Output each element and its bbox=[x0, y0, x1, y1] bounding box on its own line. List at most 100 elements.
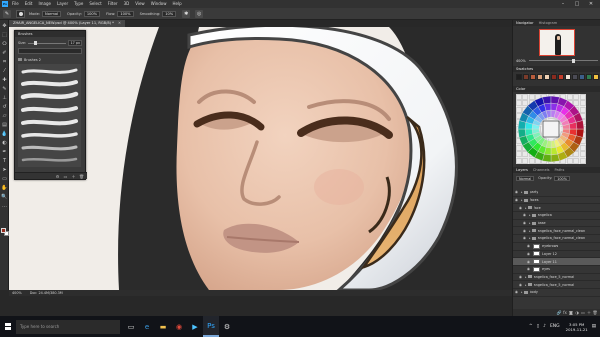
chrome-icon[interactable]: ◉ bbox=[171, 316, 187, 337]
close-tab-icon[interactable]: ✕ bbox=[118, 20, 121, 27]
photoshop-taskbar-icon[interactable]: Ps bbox=[203, 316, 219, 337]
pressure-icon[interactable]: ◎ bbox=[195, 9, 204, 18]
tab-paths[interactable]: Paths bbox=[555, 167, 565, 173]
layer-row[interactable]: ◉ ▸ base bbox=[513, 220, 600, 228]
history-brush-icon[interactable]: ↺ bbox=[1, 103, 8, 110]
brush-stroke-2[interactable] bbox=[21, 80, 78, 87]
tab-navigator[interactable]: Navigator bbox=[516, 20, 534, 26]
menu-help[interactable]: Help bbox=[172, 0, 181, 8]
visibility-eye-icon[interactable]: ◉ bbox=[526, 244, 531, 248]
brush-stroke-7[interactable] bbox=[21, 145, 78, 151]
edge-browser-icon[interactable]: e bbox=[139, 316, 155, 337]
shape-tool-icon[interactable]: ▭ bbox=[1, 175, 8, 182]
smoothing-input[interactable]: 10% bbox=[162, 10, 177, 17]
type-tool-icon[interactable]: T bbox=[1, 157, 8, 164]
layer-row[interactable]: ◉ ▸ party bbox=[513, 189, 600, 197]
swatch-9[interactable] bbox=[572, 74, 578, 80]
media-player-icon[interactable]: ▶ bbox=[187, 316, 203, 337]
expand-arrow-icon[interactable]: ▸ bbox=[525, 206, 527, 210]
start-button[interactable] bbox=[0, 316, 16, 337]
visibility-eye-icon[interactable]: ◉ bbox=[518, 206, 523, 210]
close-button[interactable]: ✕ bbox=[584, 0, 598, 8]
language-indicator[interactable]: ENG bbox=[550, 324, 560, 329]
zoom-level[interactable]: 400% bbox=[12, 291, 22, 295]
swatch-10[interactable] bbox=[579, 74, 585, 80]
airbrush-icon[interactable]: ✱ bbox=[182, 9, 191, 18]
menu-window[interactable]: Window bbox=[151, 0, 167, 8]
more-tools-icon[interactable]: … bbox=[1, 202, 8, 209]
new-folder-icon[interactable]: ▭ bbox=[63, 174, 68, 179]
expand-arrow-icon[interactable]: ▸ bbox=[529, 213, 531, 217]
visibility-eye-icon[interactable]: ◉ bbox=[522, 236, 527, 240]
layer-row[interactable]: ◉ eyebrows bbox=[513, 243, 600, 251]
brush-preset-picker[interactable] bbox=[16, 9, 25, 18]
visibility-eye-icon[interactable]: ◉ bbox=[518, 283, 523, 287]
layer-row[interactable]: ◉ ▸ faces bbox=[513, 197, 600, 205]
flow-input[interactable]: 100% bbox=[117, 10, 134, 17]
swatch-3[interactable] bbox=[530, 74, 536, 80]
navigator-zoom-slider[interactable] bbox=[528, 58, 598, 63]
tab-channels[interactable]: Channels bbox=[533, 167, 550, 173]
brush-stroke-3[interactable] bbox=[20, 91, 79, 100]
tab-swatches[interactable]: Swatches bbox=[516, 66, 533, 72]
file-explorer-icon[interactable]: ▬ bbox=[155, 316, 171, 337]
expand-arrow-icon[interactable]: ▸ bbox=[521, 190, 523, 194]
blend-mode-select[interactable]: Normal bbox=[516, 175, 535, 181]
gradient-tool-icon[interactable]: ▤ bbox=[1, 121, 8, 128]
swatch-6[interactable] bbox=[551, 74, 557, 80]
network-icon[interactable]: ▯ bbox=[537, 324, 539, 329]
layer-row[interactable]: ◉ ▸ angelica bbox=[513, 212, 600, 220]
layer-row[interactable]: ◉ Layer 12 bbox=[513, 251, 600, 259]
lasso-tool-icon[interactable]: ⵔ bbox=[1, 40, 8, 47]
swatch-4[interactable] bbox=[537, 74, 543, 80]
visibility-eye-icon[interactable]: ◉ bbox=[522, 213, 527, 217]
eyedropper-tool-icon[interactable]: ⁄ bbox=[1, 67, 8, 74]
menu-type[interactable]: Type bbox=[74, 0, 83, 8]
expand-arrow-icon[interactable]: ▸ bbox=[529, 229, 531, 233]
visibility-eye-icon[interactable]: ◉ bbox=[522, 221, 527, 225]
layer-row[interactable]: ◉ ▸ body bbox=[513, 289, 600, 297]
menu-filter[interactable]: Filter bbox=[108, 0, 118, 8]
brush-stroke-6[interactable] bbox=[21, 132, 78, 138]
menu-view[interactable]: View bbox=[135, 0, 145, 8]
taskbar-search[interactable]: Type here to search bbox=[16, 319, 120, 334]
brush-tool-icon[interactable]: ✎ bbox=[3, 9, 11, 18]
brush-tool-icon[interactable]: ✎ bbox=[1, 85, 8, 92]
tab-layers[interactable]: Layers bbox=[516, 167, 528, 173]
brush-stroke-8[interactable] bbox=[21, 157, 78, 162]
layer-row[interactable]: ◉ ▸ angelica_face_normal_clean bbox=[513, 235, 600, 243]
brush-settings-icon[interactable]: ⚙ bbox=[55, 174, 60, 179]
brushes-panel-title[interactable]: Brushes bbox=[15, 31, 85, 37]
brush-stroke-4[interactable] bbox=[21, 106, 78, 113]
swatch-11[interactable] bbox=[586, 74, 592, 80]
visibility-eye-icon[interactable]: ◉ bbox=[514, 198, 519, 202]
stamp-tool-icon[interactable]: ⊥ bbox=[1, 94, 8, 101]
move-tool-icon[interactable]: ✥ bbox=[1, 22, 8, 29]
expand-arrow-icon[interactable]: ▸ bbox=[521, 290, 523, 294]
mode-select[interactable]: Normal bbox=[42, 10, 62, 17]
menu-layer[interactable]: Layer bbox=[57, 0, 68, 8]
swatch-12[interactable] bbox=[593, 74, 599, 80]
layer-row[interactable]: ◉ ▸ angelica_face_5_normal bbox=[513, 281, 600, 289]
brush-stroke-5[interactable] bbox=[21, 119, 78, 126]
path-select-tool-icon[interactable]: ➤ bbox=[1, 166, 8, 173]
visibility-eye-icon[interactable]: ◉ bbox=[526, 260, 531, 264]
task-view-icon[interactable]: ▭ bbox=[123, 316, 139, 337]
brush-size-knob[interactable] bbox=[34, 41, 38, 45]
marquee-tool-icon[interactable]: ⬚ bbox=[1, 31, 8, 38]
zoom-tool-icon[interactable]: 🔍 bbox=[1, 193, 8, 200]
expand-arrow-icon[interactable]: ▸ bbox=[525, 283, 527, 287]
visibility-eye-icon[interactable]: ◉ bbox=[522, 229, 527, 233]
swatch-1[interactable] bbox=[516, 74, 522, 80]
expand-arrow-icon[interactable]: ▸ bbox=[521, 198, 523, 202]
swatch-2[interactable] bbox=[523, 74, 529, 80]
visibility-eye-icon[interactable]: ◉ bbox=[518, 275, 523, 279]
quick-select-tool-icon[interactable]: ✐ bbox=[1, 49, 8, 56]
menu-file[interactable]: File bbox=[12, 0, 19, 8]
brush-folder[interactable]: Brushes 2 bbox=[18, 57, 82, 62]
menu-edit[interactable]: Edit bbox=[25, 0, 33, 8]
brush-search-input[interactable] bbox=[18, 48, 82, 54]
menu-select[interactable]: Select bbox=[89, 0, 101, 8]
layer-row[interactable]: ◉ ▸ angelica_face_normal_clean bbox=[513, 227, 600, 236]
foreground-color-swatch[interactable] bbox=[1, 228, 6, 233]
